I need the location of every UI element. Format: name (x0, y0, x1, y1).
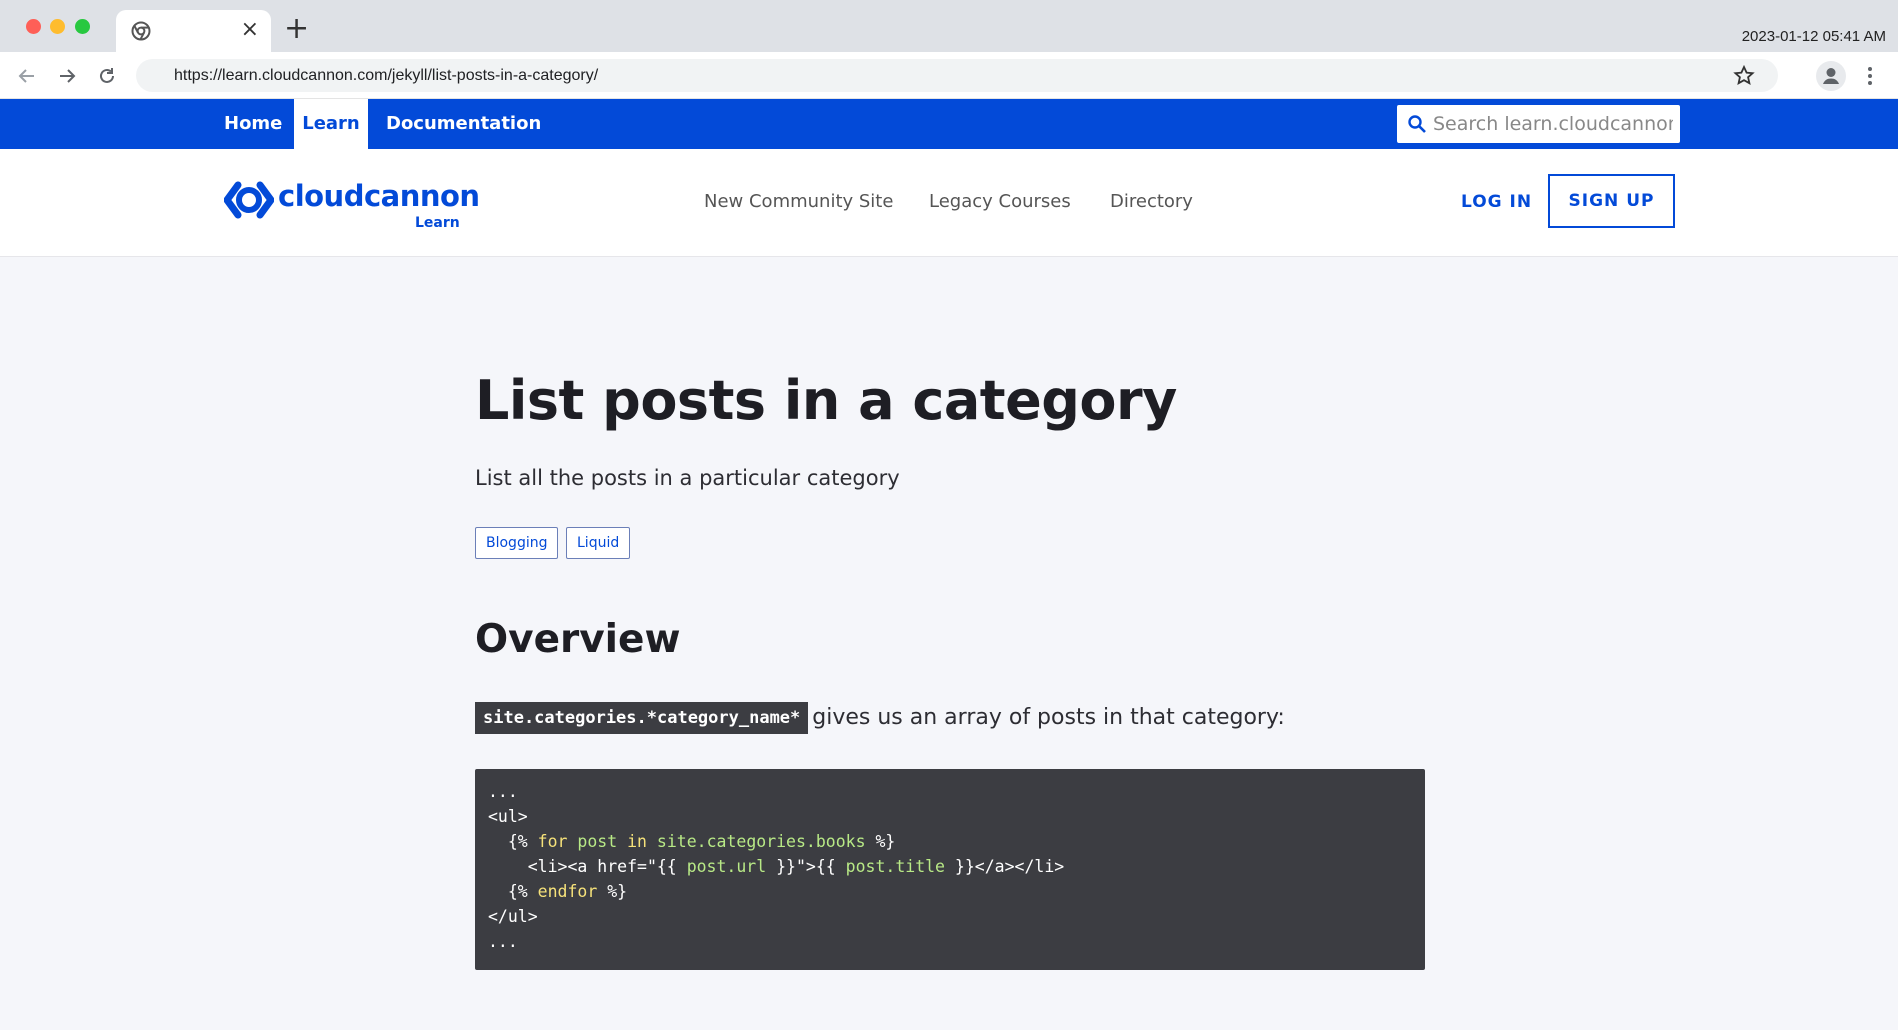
site-header: cloudcannon Learn New Community Site Leg… (0, 149, 1898, 257)
inline-code: site.categories.*category_name* (475, 702, 809, 734)
code-keyword: endfor (537, 882, 598, 901)
nav-directory[interactable]: Directory (1110, 191, 1193, 212)
reload-icon[interactable] (93, 62, 121, 90)
code-variable: post (577, 832, 618, 851)
code-token: {% (488, 832, 538, 851)
new-tab-button[interactable]: + (284, 14, 309, 44)
code-token: }}</a></li> (945, 857, 1065, 876)
nav-new-community-site[interactable]: New Community Site (704, 191, 893, 212)
global-topbar: Home Learn Documentation (0, 99, 1898, 149)
address-bar[interactable]: https://learn.cloudcannon.com/jekyll/lis… (136, 59, 1778, 92)
search-input[interactable] (1433, 105, 1673, 143)
signup-button[interactable]: SIGN UP (1548, 174, 1675, 228)
code-line: </ul> (488, 907, 538, 926)
forward-arrow-icon[interactable] (53, 62, 81, 90)
code-token: {% (488, 882, 538, 901)
code-line: ... (488, 782, 518, 801)
code-token: %} (865, 832, 896, 851)
page-title: List posts in a category (475, 369, 1177, 432)
code-token: %} (597, 882, 628, 901)
tag-blogging[interactable]: Blogging (475, 527, 559, 559)
cloudcannon-logo[interactable]: cloudcannon Learn (224, 179, 480, 231)
star-icon[interactable] (1732, 64, 1756, 88)
topbar-link-learn[interactable]: Learn (294, 99, 368, 149)
overview-paragraph: site.categories.*category_name* gives us … (475, 702, 1285, 734)
code-line: {% endfor %} (488, 879, 1412, 904)
minimize-window-button[interactable] (50, 19, 65, 34)
topbar-link-home[interactable]: Home (224, 99, 282, 149)
code-token: <li><a href="{{ (488, 857, 687, 876)
search-icon (1408, 115, 1426, 133)
article-lead: List all the posts in a particular categ… (475, 466, 900, 490)
code-variable: post.url (686, 857, 767, 876)
logo-wordmark: cloudcannon (278, 179, 480, 213)
search-box (1397, 105, 1680, 143)
code-keyword: for (537, 832, 568, 851)
url-text: https://learn.cloudcannon.com/jekyll/lis… (174, 67, 599, 84)
code-line: <li><a href="{{ post.url }}">{{ post.tit… (488, 854, 1412, 879)
nav-legacy-courses[interactable]: Legacy Courses (929, 191, 1071, 212)
tag-liquid[interactable]: Liquid (566, 527, 631, 559)
browser-toolbar: https://learn.cloudcannon.com/jekyll/lis… (0, 52, 1898, 99)
topbar-link-documentation[interactable]: Documentation (386, 99, 541, 149)
code-variable: post.title (845, 857, 945, 876)
code-block: ... <ul> {% for post in site.categories.b… (475, 769, 1425, 970)
code-token: }}">{{ (766, 857, 846, 876)
browser-titlebar: × + 2023-01-12 05:41 AM (0, 0, 1898, 52)
kebab-menu-icon[interactable] (1862, 63, 1878, 89)
code-line: {% for post in site.categories.books %} (488, 829, 1412, 854)
chrome-icon (131, 21, 151, 41)
back-arrow-icon[interactable] (13, 62, 41, 90)
profile-icon[interactable] (1816, 61, 1846, 91)
code-variable: site.categories.books (656, 832, 866, 851)
login-link[interactable]: LOG IN (1461, 192, 1532, 212)
logo-subtitle: Learn (415, 215, 460, 231)
code-keyword: in (627, 832, 647, 851)
close-window-button[interactable] (26, 19, 41, 34)
paragraph-text: gives us an array of posts in that categ… (812, 705, 1285, 730)
maximize-window-button[interactable] (75, 19, 90, 34)
section-heading-overview: Overview (475, 617, 681, 662)
cloudcannon-logo-icon (224, 181, 274, 219)
datetime-readout: 2023-01-12 05:41 AM (1741, 28, 1886, 45)
browser-tab[interactable]: × (116, 10, 271, 52)
code-line: <ul> (488, 807, 528, 826)
close-tab-icon[interactable]: × (241, 19, 259, 41)
code-line: ... (488, 932, 518, 951)
